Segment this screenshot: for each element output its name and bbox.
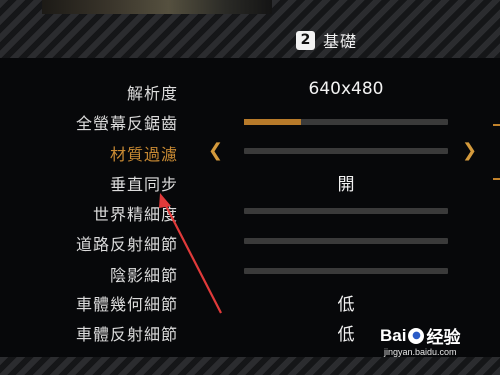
setting-slider-fullscreen-aa[interactable] bbox=[244, 119, 448, 125]
setting-value-vsync[interactable]: 開 bbox=[244, 170, 448, 195]
setting-slider-road-reflection[interactable] bbox=[244, 238, 448, 244]
setting-label-shadow-detail: 陰影細節 bbox=[109, 266, 178, 285]
setting-label-vsync: 垂直同步 bbox=[109, 175, 178, 194]
watermark-url: jingyan.baidu.com bbox=[384, 347, 457, 357]
setting-slider-texture-filtering[interactable] bbox=[244, 148, 448, 154]
arrow-right-icon[interactable]: ❯ bbox=[462, 140, 477, 161]
slider-fill bbox=[244, 119, 302, 125]
setting-label-fullscreen-aa: 全螢幕反鋸齒 bbox=[75, 114, 178, 133]
game-scene-strip bbox=[42, 0, 272, 14]
arrow-left-icon[interactable]: ❮ bbox=[208, 140, 223, 161]
setting-label-car-geometry: 車體幾何細節 bbox=[75, 295, 178, 314]
setting-label-world-detail: 世界精細度 bbox=[92, 205, 178, 224]
tab-title: 基礎 bbox=[323, 32, 358, 51]
settings-tab-header[interactable]: 2 基礎 bbox=[296, 28, 357, 52]
setting-label-resolution: 解析度 bbox=[126, 84, 178, 103]
setting-value-resolution[interactable]: 640x480 bbox=[244, 79, 448, 99]
setting-slider-shadow-detail[interactable] bbox=[244, 268, 448, 274]
edge-marker bbox=[493, 178, 500, 180]
edge-marker bbox=[493, 124, 500, 126]
setting-label-car-reflection: 車體反射細節 bbox=[75, 325, 178, 344]
watermark-brand: Bai bbox=[380, 325, 407, 345]
setting-label-texture-filtering: 材質過濾 bbox=[109, 145, 178, 164]
setting-slider-world-detail[interactable] bbox=[244, 208, 448, 214]
top-hatch-bar bbox=[0, 0, 500, 58]
watermark-brand-suffix: 经验 bbox=[426, 328, 461, 347]
tab-number-badge: 2 bbox=[296, 30, 315, 50]
setting-label-road-reflection: 道路反射細節 bbox=[75, 235, 178, 254]
baidu-jingyan-watermark: Bai ● 经验 jingyan.baidu.com bbox=[380, 319, 498, 363]
paw-icon: ● bbox=[408, 327, 425, 344]
setting-value-car-geometry[interactable]: 低 bbox=[244, 290, 448, 315]
